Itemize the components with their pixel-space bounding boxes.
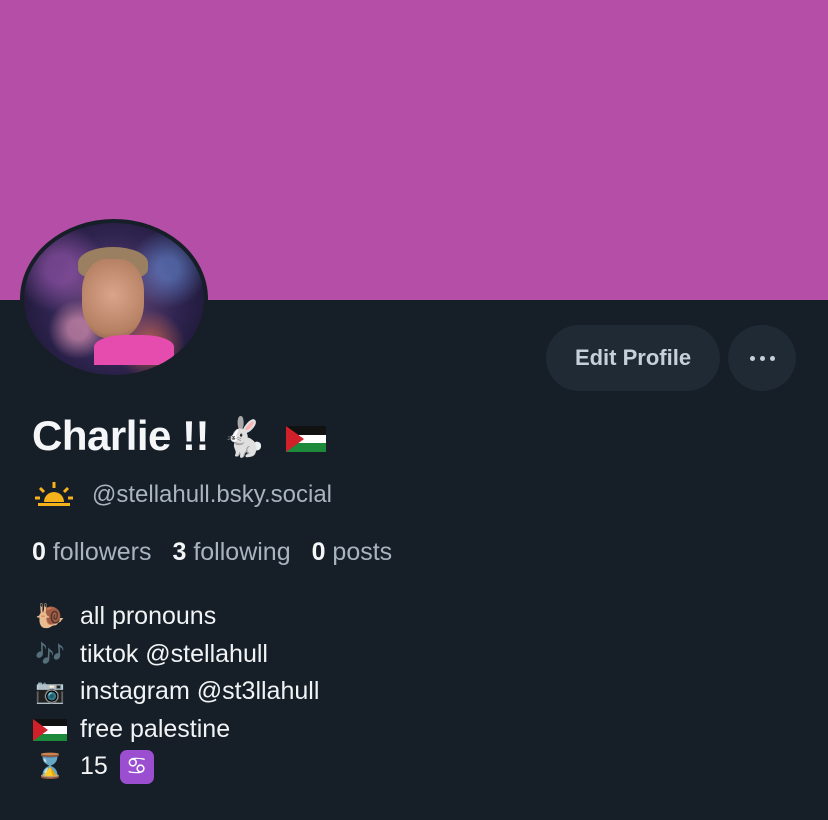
hourglass-emoji: ⌛ (35, 753, 65, 780)
bio-line: 🎶 tiktok @stellahull (32, 636, 319, 674)
followers-stat[interactable]: 0 followers (32, 538, 152, 566)
profile-stats: 0 followers 3 following 0 posts (32, 538, 406, 567)
posts-stat: 0 posts (312, 538, 393, 566)
bio-line: ⌛ 15 ♋ (32, 748, 319, 786)
display-name: Charlie !! 🐇 (32, 412, 327, 460)
edit-profile-label: Edit Profile (574, 345, 692, 370)
avatar[interactable] (24, 223, 204, 375)
posts-label: posts (332, 538, 393, 566)
following-label: following (193, 538, 291, 566)
following-count: 3 (172, 538, 187, 566)
snail-emoji: 🐌 (35, 603, 65, 630)
more-options-button[interactable] (728, 325, 796, 391)
bio-line: 📷 instagram @st3llahull (32, 673, 319, 711)
bio-text: instagram @st3llahull (80, 677, 320, 705)
ellipsis-icon (749, 355, 775, 361)
profile-bio: 🐌 all pronouns 🎶 tiktok @stellahull 📷 in… (32, 598, 319, 786)
followers-label: followers (52, 538, 152, 566)
bio-text: 15 (80, 752, 108, 780)
handle-row: @stellahull.bsky.social (34, 480, 332, 510)
sunrise-icon (35, 482, 73, 506)
display-name-text: Charlie !! (32, 412, 210, 459)
bio-text: all pronouns (80, 602, 217, 630)
following-stat[interactable]: 3 following (172, 538, 290, 566)
avatar-face (82, 259, 144, 339)
edit-profile-button[interactable]: Edit Profile (546, 325, 720, 391)
camera-emoji: 📷 (35, 678, 65, 705)
palestine-flag-icon (286, 425, 327, 452)
rabbit-emoji: 🐇 (220, 417, 268, 459)
handle-text[interactable]: @stellahull.bsky.social (92, 481, 332, 509)
palestine-flag-icon (32, 711, 68, 749)
cancer-zodiac-icon: ♋ (119, 749, 154, 784)
bio-line: free palestine (32, 711, 319, 749)
posts-count: 0 (311, 538, 326, 566)
bio-text: free palestine (80, 714, 231, 743)
bio-text: tiktok @stellahull (80, 639, 268, 668)
avatar-shirt (94, 335, 174, 365)
music-notes-emoji: 🎶 (35, 640, 65, 668)
bio-line: 🐌 all pronouns (32, 598, 319, 636)
followers-count: 0 (32, 538, 46, 566)
